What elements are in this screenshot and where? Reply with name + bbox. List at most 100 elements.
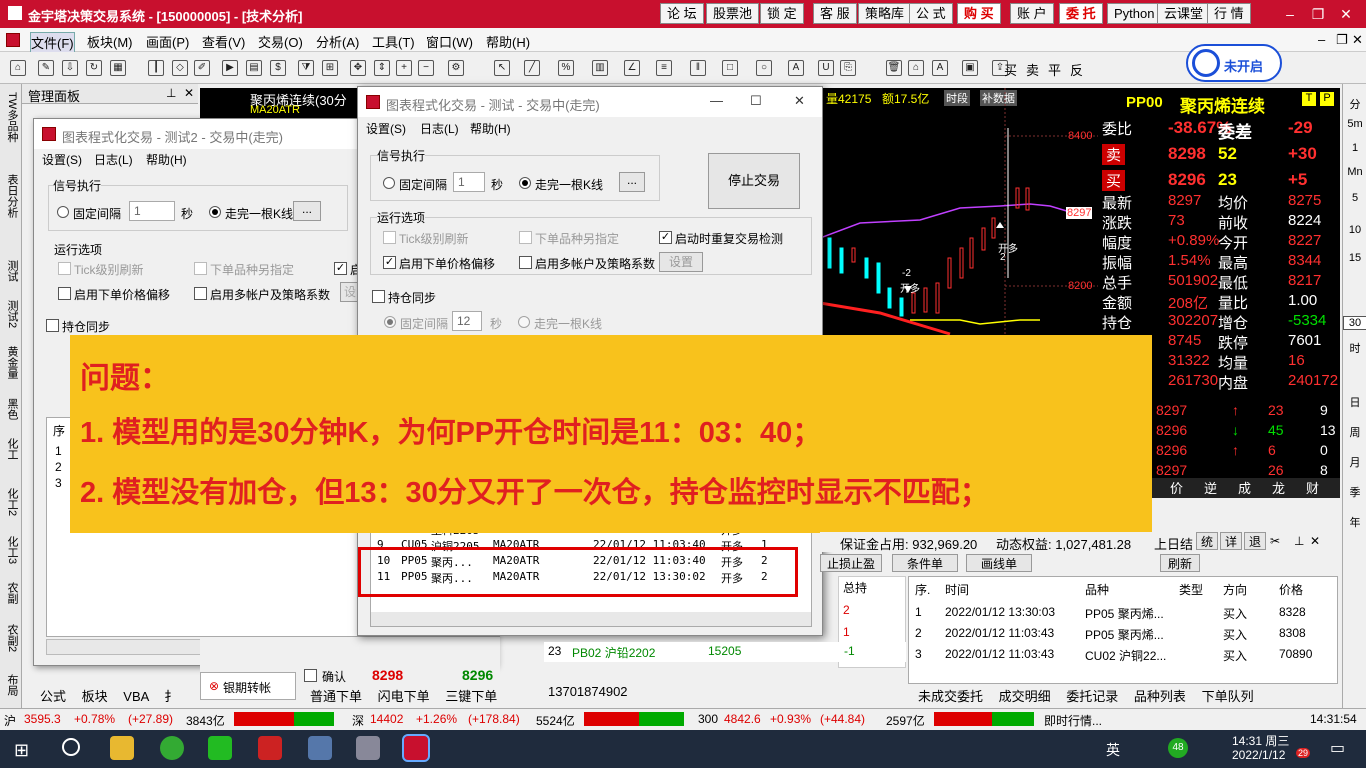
panel-close-icon[interactable]: ✕ bbox=[184, 86, 194, 100]
menu-tools[interactable]: 工具(T) bbox=[372, 32, 415, 51]
trade-tab[interactable]: 未成交委托 bbox=[918, 689, 983, 704]
buy-button[interactable]: 购 买 bbox=[957, 3, 1001, 24]
rect-icon[interactable]: □ bbox=[722, 60, 738, 76]
filter-icon[interactable]: ⧩ bbox=[298, 60, 314, 76]
left-tab[interactable]: 农副 bbox=[2, 582, 20, 604]
multi-account-checkbox[interactable] bbox=[194, 287, 207, 300]
toolbar-close[interactable]: 平 bbox=[1048, 60, 1061, 79]
period-tab[interactable]: Mn bbox=[1343, 166, 1366, 178]
left-tab[interactable]: 测试2 bbox=[2, 300, 20, 328]
price-offset-checkbox[interactable] bbox=[58, 287, 71, 300]
close-icon[interactable]: ✕ bbox=[1336, 4, 1356, 24]
trash-icon[interactable]: 🗑 bbox=[886, 60, 902, 76]
trade-tab[interactable]: 成交明细 bbox=[999, 689, 1051, 704]
stop-trading-button[interactable]: 停止交易 bbox=[708, 153, 800, 209]
menu-view-panel[interactable]: 画面(P) bbox=[146, 32, 189, 51]
ime-indicator[interactable]: 英 bbox=[1106, 740, 1120, 760]
notification-icon[interactable]: ▭ bbox=[1330, 738, 1345, 758]
dlg-menu[interactable]: 日志(L) bbox=[420, 120, 459, 137]
clock-time[interactable]: 14:31 周三 bbox=[1232, 732, 1289, 749]
left-tab[interactable]: 化工 bbox=[2, 438, 20, 460]
percent-icon[interactable]: % bbox=[558, 60, 574, 76]
period-tab[interactable]: 周 bbox=[1343, 424, 1366, 440]
edit-icon[interactable]: ✐ bbox=[194, 60, 210, 76]
left-tab[interactable]: 表日分析 bbox=[2, 174, 20, 218]
sync-checkbox[interactable] bbox=[372, 290, 385, 303]
more-button[interactable]: ... bbox=[619, 172, 645, 192]
wechat-icon[interactable] bbox=[208, 736, 232, 760]
copy-icon[interactable]: ⎘ bbox=[840, 60, 856, 76]
strategy-lib-button[interactable]: 策略库 bbox=[858, 3, 912, 24]
period-tab[interactable]: 年 bbox=[1343, 514, 1366, 530]
text-tool-icon[interactable]: A bbox=[788, 60, 804, 76]
toolbar-sell[interactable]: 卖 bbox=[1026, 60, 1039, 79]
menu-view[interactable]: 查看(V) bbox=[202, 32, 245, 51]
quote-tab[interactable]: 逆 bbox=[1204, 478, 1217, 497]
log-row[interactable]: 2 bbox=[55, 460, 62, 474]
ruler-icon[interactable]: ▥ bbox=[592, 60, 608, 76]
jinyuta-app-icon[interactable] bbox=[402, 734, 430, 762]
period-tab[interactable]: 时 bbox=[1343, 340, 1366, 356]
dlg-menu[interactable]: 设置(S) bbox=[366, 120, 406, 137]
auto-trade-badge[interactable]: 未开启 bbox=[1186, 44, 1282, 82]
trade-cell[interactable]: 买入 bbox=[1223, 647, 1247, 664]
p-badge[interactable]: P bbox=[1320, 92, 1334, 106]
tray-badge[interactable]: 48 bbox=[1168, 738, 1188, 758]
tick-checkbox[interactable] bbox=[383, 231, 396, 244]
home-icon[interactable]: ⌂ bbox=[10, 60, 26, 76]
full-bar-radio[interactable] bbox=[519, 177, 531, 189]
candle-icon[interactable]: ┃ bbox=[148, 60, 164, 76]
dlg-menu[interactable]: 帮助(H) bbox=[470, 120, 511, 137]
settings-icon[interactable]: ⚙ bbox=[448, 60, 464, 76]
alt-symbol-checkbox[interactable] bbox=[519, 231, 532, 244]
dialog-max-icon[interactable]: ☐ bbox=[750, 93, 762, 109]
panel-close-icon[interactable]: ✕ bbox=[1310, 534, 1320, 548]
circle-icon[interactable]: ○ bbox=[756, 60, 772, 76]
trade-tab[interactable]: 下单队列 bbox=[1202, 689, 1254, 704]
period-tab[interactable]: 日 bbox=[1343, 394, 1366, 410]
more-tab[interactable]: 扌 bbox=[164, 689, 177, 704]
multi-account-checkbox[interactable] bbox=[519, 256, 532, 269]
quote-tab[interactable]: 龙 bbox=[1272, 478, 1285, 497]
interval-input[interactable]: 1 bbox=[129, 201, 175, 221]
order-tab[interactable]: 三键下单 bbox=[445, 689, 497, 704]
buy-price[interactable]: 8296 bbox=[462, 667, 493, 683]
position-row[interactable]: 23 PB02 沪铅2202 15205 -1 bbox=[544, 642, 906, 662]
save-icon[interactable]: ▣ bbox=[962, 60, 978, 76]
maximize-icon[interactable]: ❐ bbox=[1308, 4, 1328, 24]
download-icon[interactable]: ⇩ bbox=[62, 60, 78, 76]
confirm-checkbox[interactable] bbox=[304, 669, 317, 682]
formula-tab[interactable]: 公式 bbox=[40, 689, 66, 704]
trade-cell[interactable]: 2022/01/12 11:03:43 bbox=[945, 626, 1054, 640]
log-row[interactable]: 3 bbox=[55, 476, 62, 490]
pen-icon[interactable]: ✎ bbox=[38, 60, 54, 76]
grid-icon[interactable]: ▦ bbox=[110, 60, 126, 76]
dlg-menu[interactable]: 帮助(H) bbox=[146, 151, 187, 168]
trade-cell[interactable]: 2022/01/12 13:30:03 bbox=[945, 605, 1055, 619]
full-bar-radio[interactable] bbox=[209, 206, 221, 218]
windows-start-icon[interactable]: ⊞ bbox=[14, 740, 29, 761]
mdi-restore-icon[interactable]: ❐ bbox=[1336, 32, 1348, 48]
log-scrollbar[interactable] bbox=[371, 612, 811, 626]
line-order-button[interactable]: 画线单 bbox=[966, 554, 1032, 572]
zoom-out-icon[interactable]: − bbox=[418, 60, 434, 76]
price-offset-checkbox[interactable]: ✓ bbox=[383, 256, 396, 269]
left-tab[interactable]: TW多品种 bbox=[2, 92, 20, 142]
restart-check-checkbox[interactable]: ✓ bbox=[659, 231, 672, 244]
doc-list-icon[interactable]: ▤ bbox=[246, 60, 262, 76]
pin-icon[interactable]: ⊥ bbox=[166, 86, 176, 100]
file-explorer-icon[interactable] bbox=[110, 736, 134, 760]
menu-file[interactable]: 文件(F) bbox=[30, 32, 75, 53]
vba-tab[interactable]: VBA bbox=[123, 689, 148, 704]
period-tab-active[interactable]: 30 bbox=[1343, 316, 1366, 330]
zoom-in-icon[interactable]: + bbox=[396, 60, 412, 76]
left-tab[interactable]: 化工3 bbox=[2, 536, 20, 564]
wh6-icon[interactable] bbox=[258, 736, 282, 760]
period-tab[interactable]: 分 bbox=[1343, 96, 1366, 112]
log-row[interactable]: 1 bbox=[55, 444, 62, 458]
pin-icon[interactable]: ⊥ bbox=[1294, 534, 1304, 548]
diamond-icon[interactable]: ◇ bbox=[172, 60, 188, 76]
search-icon[interactable] bbox=[62, 738, 80, 756]
period-tab[interactable]: 1 bbox=[1343, 142, 1366, 154]
alt-symbol-checkbox[interactable] bbox=[194, 262, 207, 275]
